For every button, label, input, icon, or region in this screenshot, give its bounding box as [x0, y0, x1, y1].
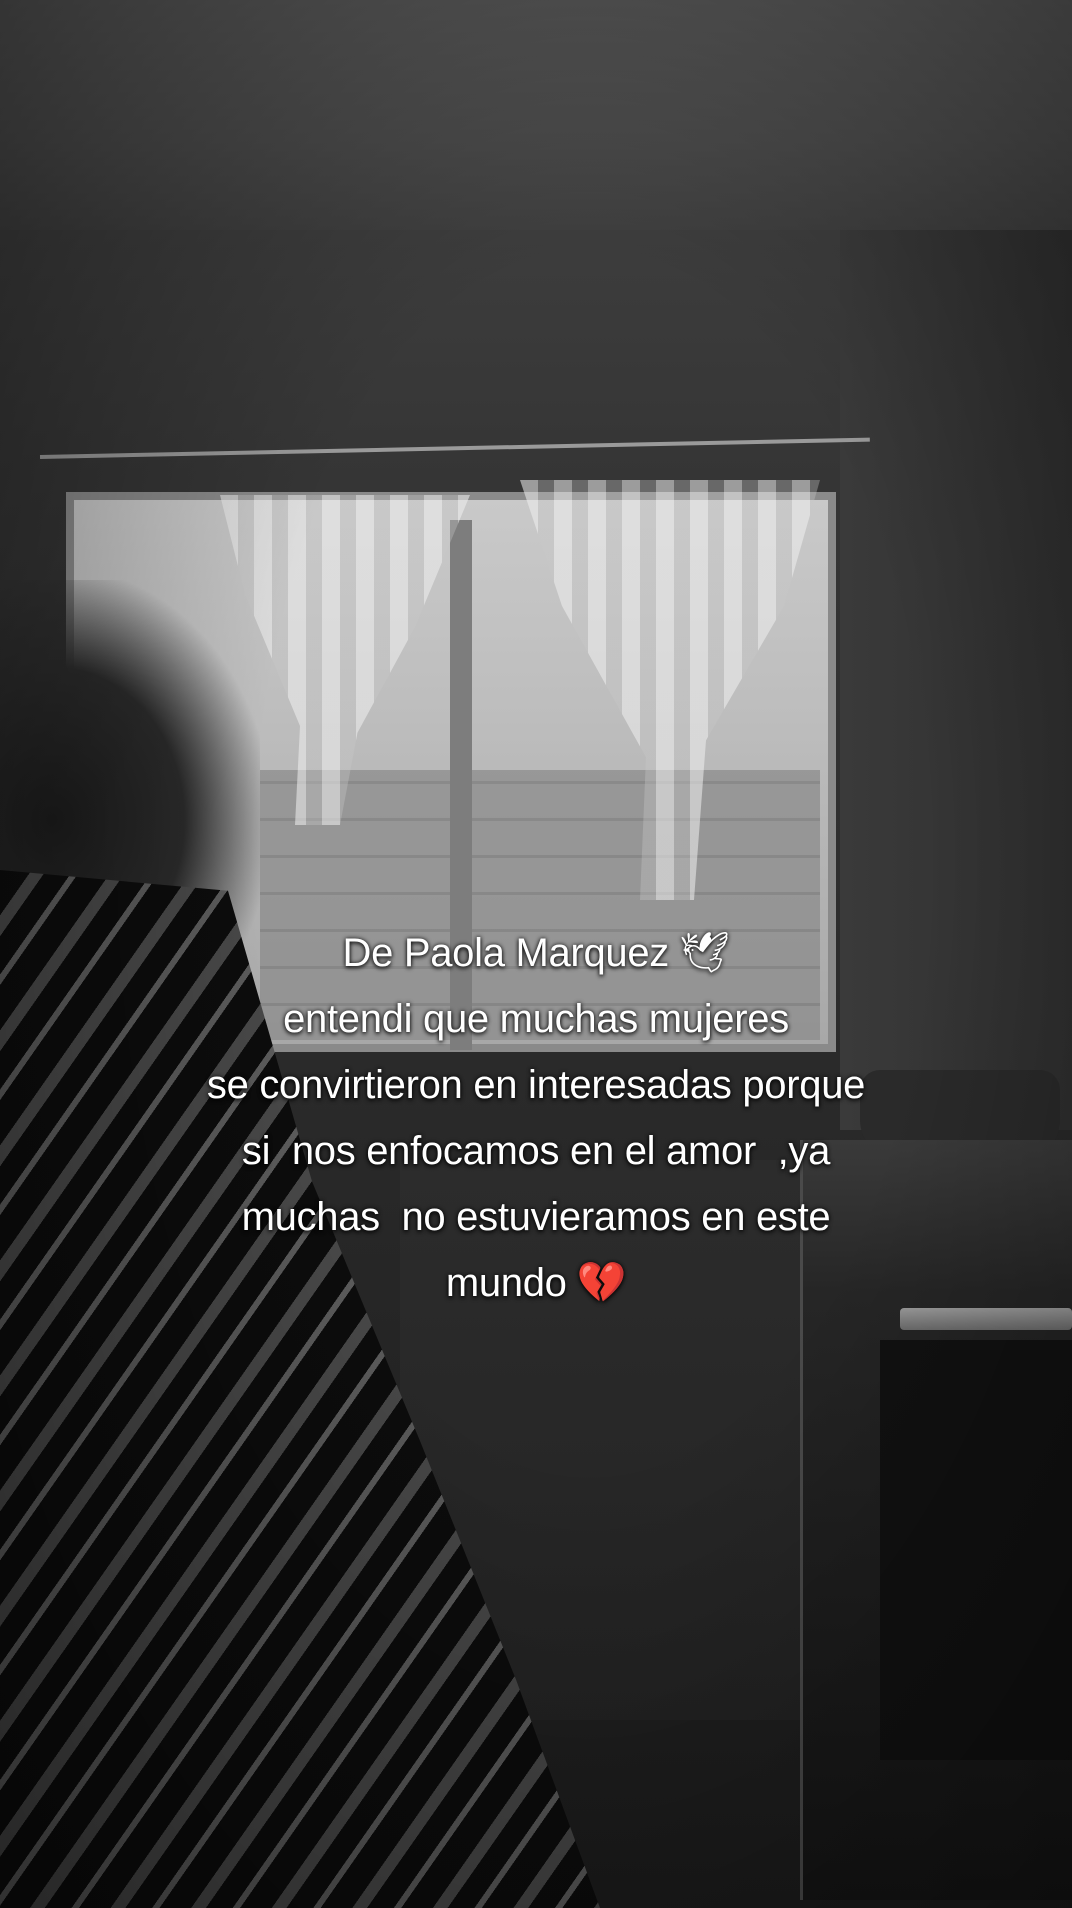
dove-icon: 🕊 — [679, 930, 730, 976]
caption-line-4: si nos enfocamos en el amor ,ya — [241, 1129, 831, 1173]
caption-line-6: mundo 💔 — [60, 1250, 1012, 1316]
caption-line-1: De Paola Marquez 🕊 — [60, 920, 1012, 986]
caption-author: De Paola Marquez — [342, 931, 670, 975]
caption-last-word: mundo — [445, 1261, 567, 1305]
caption-line-2: entendi que muchas mujeres — [283, 997, 789, 1041]
photo-background: De Paola Marquez 🕊 entendi que muchas muj… — [0, 0, 1072, 1908]
caption-line-3: se convirtieron en interesadas porque — [206, 1063, 866, 1107]
caption-overlay: De Paola Marquez 🕊 entendi que muchas muj… — [60, 920, 1012, 1316]
caption-line-5: muchas no estuvieramos en este — [241, 1195, 831, 1239]
broken-heart-icon: 💔 — [576, 1260, 627, 1306]
